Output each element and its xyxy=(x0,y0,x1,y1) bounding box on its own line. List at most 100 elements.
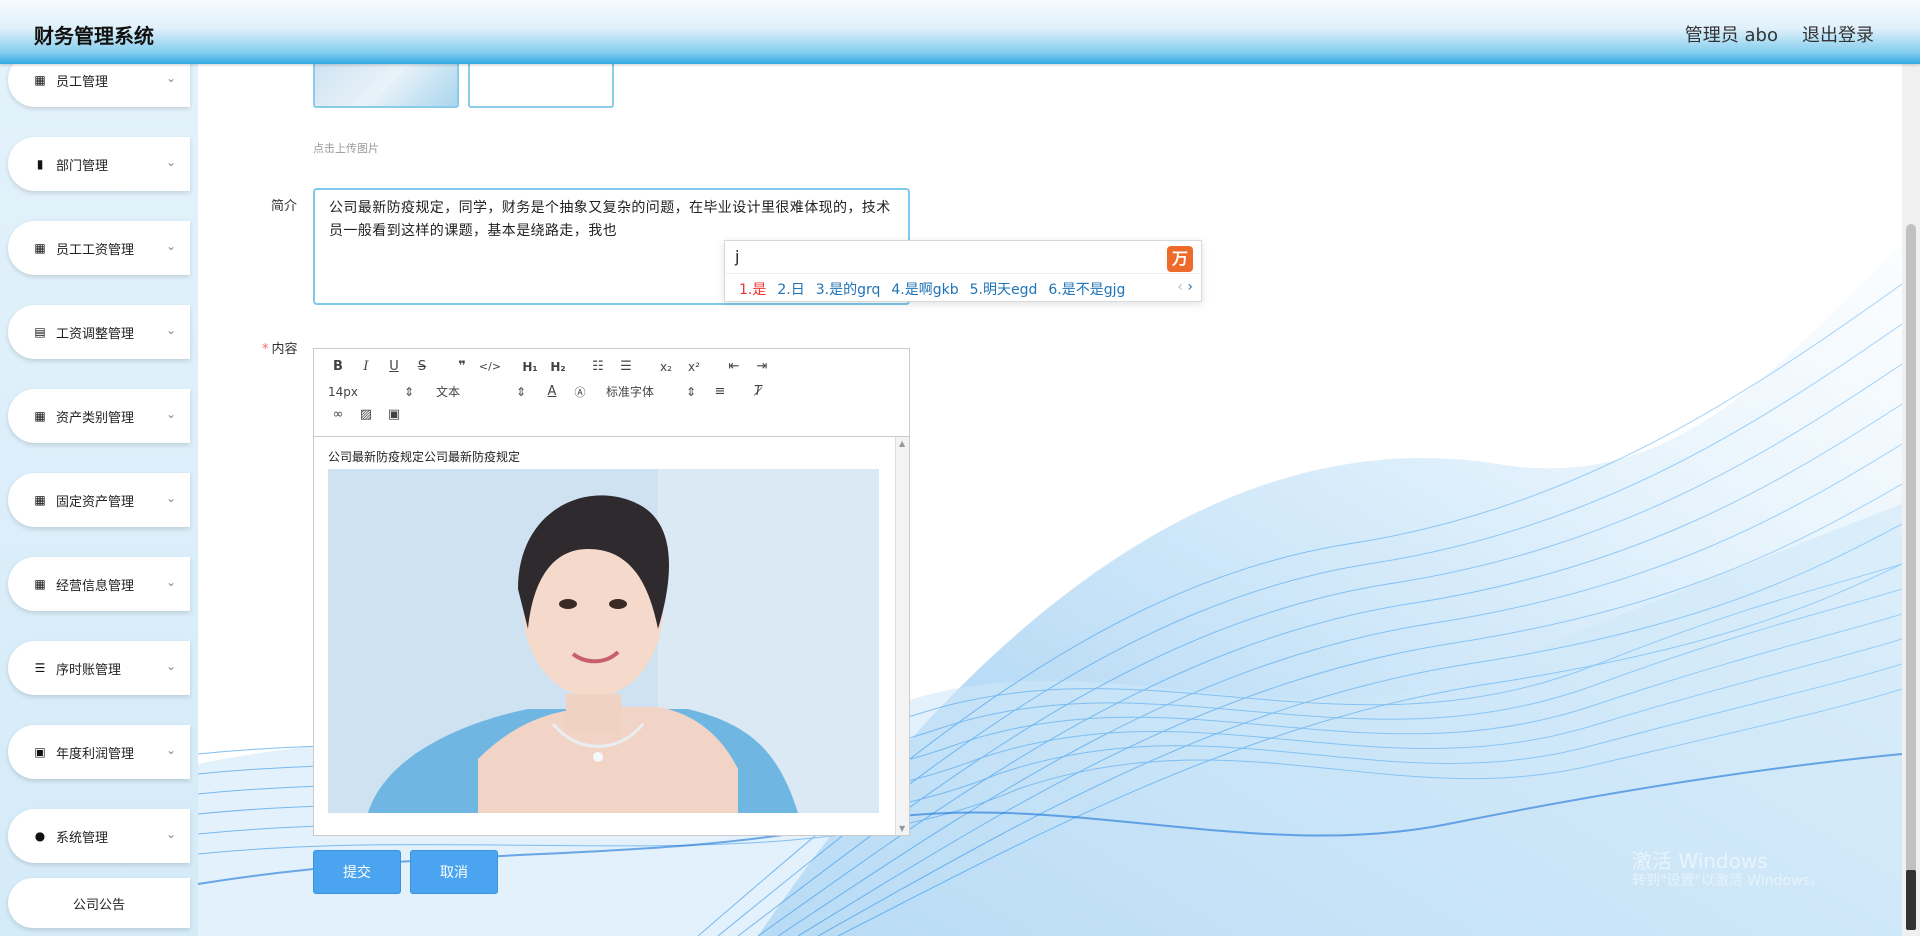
upload-hint: 点击上传图片 xyxy=(313,142,379,155)
grid-icon: ▦ xyxy=(34,577,46,591)
content-label-text: 内容 xyxy=(271,342,298,357)
chevron-down-icon: ⌄ xyxy=(165,491,176,505)
content-label: * 内容 xyxy=(262,338,298,357)
font-family-value: 标准字体 xyxy=(606,385,655,399)
sidebar-item-journal[interactable]: ☰ 序时账管理 ⌄ xyxy=(8,641,190,695)
font-size-value: 14px xyxy=(328,384,358,399)
sidebar-item-salary-adjust[interactable]: ▤ 工资调整管理 ⌄ xyxy=(8,305,190,359)
scroll-up-icon[interactable]: ▲ xyxy=(899,439,905,448)
cancel-button[interactable]: 取消 xyxy=(410,850,498,894)
video-icon[interactable]: ▣ xyxy=(380,407,408,422)
bar-chart-icon: ▮ xyxy=(36,157,44,171)
subscript-icon[interactable]: x₂ xyxy=(652,360,680,374)
ime-candidates: 1.是 2.日 3.是的grq 4.是啊gkb 5.明天egd 6.是不是gjg xyxy=(739,279,1125,299)
strike-icon[interactable]: S xyxy=(408,359,436,374)
sidebar-item-asset-category[interactable]: ▦ 资产类别管理 ⌄ xyxy=(8,389,190,443)
underline-icon[interactable]: U xyxy=(380,359,408,374)
user-icon: ● xyxy=(34,829,46,843)
link-icon[interactable]: ∞ xyxy=(324,407,352,422)
ime-candidate[interactable]: 2.日 xyxy=(777,279,804,299)
grid-icon: ▦ xyxy=(34,493,46,507)
image-icon[interactable]: ▨ xyxy=(352,407,380,422)
app-title: 财务管理系统 xyxy=(34,24,154,48)
grid-icon: ▦ xyxy=(34,241,46,255)
sidebar: ▦ 员工管理 ⌄ ▮ 部门管理 ⌄ ▦ 员工工资管理 ⌄ ▤ 工资调整管理 ⌄ ▦ 资产类别管理 ⌄… xyxy=(0,53,198,936)
chevron-down-icon: ⌄ xyxy=(165,575,176,589)
ime-candidate-window: j 万 1.是 2.日 3.是的grq 4.是啊gkb 5.明天egd 6.是不… xyxy=(724,240,1202,302)
clipboard-icon: ▤ xyxy=(34,325,46,339)
required-mark: * xyxy=(262,342,269,357)
current-user: 管理员 abo xyxy=(1684,25,1778,46)
chevron-down-icon: ⌄ xyxy=(165,743,176,757)
scroll-down-icon[interactable]: ▼ xyxy=(899,824,905,833)
ordered-list-icon[interactable]: ☷ xyxy=(584,359,612,374)
editor-body[interactable]: 公司最新防疫规定公司最新防疫规定 xyxy=(314,437,894,835)
bold-icon[interactable]: B xyxy=(324,359,352,374)
select-arrows-icon: ⇕ xyxy=(403,384,414,399)
logout-link[interactable]: 退出登录 xyxy=(1802,21,1874,47)
indent-icon[interactable]: ⇥ xyxy=(748,359,776,374)
sidebar-item-label: 系统管理 xyxy=(56,830,109,846)
chevron-down-icon: ⌄ xyxy=(165,155,176,169)
sidebar-item-salary[interactable]: ▦ 员工工资管理 ⌄ xyxy=(8,221,190,275)
font-size-select[interactable]: 14px ⇕ xyxy=(324,385,414,399)
sidebar-item-label: 员工工资管理 xyxy=(56,242,135,258)
page-scrollbar[interactable] xyxy=(1902,64,1920,936)
ime-page-nav[interactable]: ‹ › xyxy=(1177,279,1193,295)
clear-format-icon[interactable]: T̷ xyxy=(744,384,772,399)
ime-logo-icon[interactable]: 万 xyxy=(1167,246,1193,272)
top-bar: 财务管理系统 管理员 abo 退出登录 xyxy=(0,0,1920,64)
chevron-down-icon: ⌄ xyxy=(165,407,176,421)
font-color-icon[interactable]: A xyxy=(538,384,566,399)
code-block-icon[interactable]: </> xyxy=(476,360,504,373)
header2-icon[interactable]: H₂ xyxy=(544,360,572,374)
grid-icon: ▦ xyxy=(34,73,46,87)
ime-divider xyxy=(725,273,1201,274)
sidebar-item-fixed-asset[interactable]: ▦ 固定资产管理 ⌄ xyxy=(8,473,190,527)
chevron-left-icon[interactable]: ‹ xyxy=(1177,279,1183,295)
sidebar-item-label: 年度利润管理 xyxy=(56,746,135,762)
chevron-down-icon: ⌄ xyxy=(165,71,176,85)
page-scrollbar-marker xyxy=(1906,870,1916,930)
page-scrollbar-thumb[interactable] xyxy=(1906,224,1916,884)
list-icon: ☰ xyxy=(34,661,46,675)
sidebar-item-profit[interactable]: ▣ 年度利润管理 ⌄ xyxy=(8,725,190,779)
sidebar-item-label: 部门管理 xyxy=(56,158,109,174)
font-family-select[interactable]: 标准字体 ⇕ xyxy=(606,383,696,400)
sidebar-item-label: 固定资产管理 xyxy=(56,494,135,510)
chevron-down-icon: ⌄ xyxy=(165,659,176,673)
uploaded-image-thumbnail[interactable] xyxy=(313,64,459,108)
sidebar-item-department[interactable]: ▮ 部门管理 ⌄ xyxy=(8,137,190,191)
ime-candidate[interactable]: 4.是啊gkb xyxy=(891,279,958,299)
sidebar-item-operation[interactable]: ▦ 经营信息管理 ⌄ xyxy=(8,557,190,611)
ime-input: j xyxy=(735,247,740,266)
ime-candidate[interactable]: 6.是不是gjg xyxy=(1048,279,1125,299)
outdent-icon[interactable]: ⇤ xyxy=(720,359,748,374)
italic-icon[interactable]: I xyxy=(352,359,380,374)
portrait-image xyxy=(328,469,879,813)
chevron-down-icon: ⌄ xyxy=(165,827,176,841)
main-content: 点击上传图片 简介 公司最新防疫规定，同学，财务是个抽象又复杂的问题，在毕业设计… xyxy=(198,64,1902,936)
paragraph-value: 文本 xyxy=(436,385,461,399)
ime-candidate[interactable]: 3.是的grq xyxy=(816,279,881,299)
bullet-list-icon[interactable]: ☰ xyxy=(612,359,640,374)
quote-icon[interactable]: ❞ xyxy=(448,359,476,374)
sidebar-item-system[interactable]: ● 系统管理 ⌄ xyxy=(8,809,190,863)
paragraph-select[interactable]: 文本 ⇕ xyxy=(436,383,526,400)
ime-candidate[interactable]: 1.是 xyxy=(739,279,766,299)
upload-image-button[interactable] xyxy=(468,64,614,108)
chevron-right-icon[interactable]: › xyxy=(1187,279,1193,295)
editor-toolbar: B I U S ❞ </> H₁ H₂ ☷ ☰ x₂ x² ⇤ ⇥ 14px ⇕ … xyxy=(314,349,909,437)
clipboard-check-icon: ▣ xyxy=(34,745,46,759)
sidebar-item-label: 序时账管理 xyxy=(56,662,122,678)
ime-candidate[interactable]: 5.明天egd xyxy=(970,279,1038,299)
editor-scrollbar[interactable]: ▲ ▼ xyxy=(895,437,909,835)
submit-button[interactable]: 提交 xyxy=(313,850,401,894)
background-color-icon[interactable]: Ⓐ xyxy=(566,384,594,400)
header1-icon[interactable]: H₁ xyxy=(516,360,544,374)
sidebar-item-label: 员工管理 xyxy=(56,74,109,90)
sidebar-item-announcement[interactable]: 公司公告 xyxy=(8,878,190,928)
superscript-icon[interactable]: x² xyxy=(680,360,708,374)
align-left-icon[interactable]: ≡ xyxy=(706,384,734,399)
windows-activation-hint: 转到"设置"以激活 Windows。 xyxy=(1632,873,1824,889)
